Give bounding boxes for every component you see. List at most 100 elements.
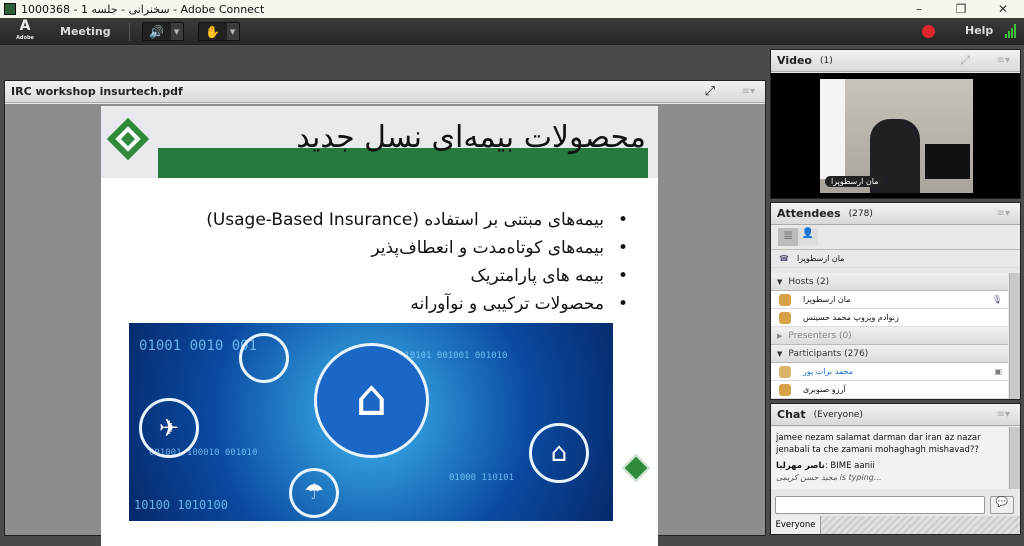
speaker-icon: 🔊 (142, 23, 171, 40)
group-label: Participants (276) (788, 348, 869, 359)
attendee-name: مان ارسطوپرا (803, 295, 851, 304)
self-name: مان ارسطوپرا (796, 254, 845, 263)
share-pod: IRC workshop insurtech.pdf ⤢ ≡▾ محصولات … (4, 80, 766, 546)
flag (820, 79, 845, 179)
attendees-pod-header: Attendees (278) ≡▾ (771, 203, 1020, 225)
attendee-name: آرزو صنوبری (803, 385, 846, 394)
speaker-button[interactable]: 🔊 ▼ (141, 22, 184, 41)
attendee-row[interactable]: زنوادم وپزوپ محمد حسینس (771, 309, 1008, 327)
house-family-icon: ⌂ (314, 343, 429, 458)
raise-hand-icon: ✋ (198, 23, 227, 40)
umbrella-icon: ☂ (289, 468, 339, 518)
slide-diamond-mark (621, 453, 651, 483)
microphone-icon: 🎙 (991, 295, 1002, 304)
attendee-count: (278) (848, 208, 873, 219)
bullet-item: بیمه های پارامتریک (206, 266, 628, 286)
attendee-row[interactable]: مان ارسطوپرا 🎙 (771, 291, 1008, 309)
home-fire-icon: ⌂ (529, 423, 589, 483)
document-viewer: محصولات بیمه‌ای نسل جدید بیمه‌های مبتنی … (5, 104, 765, 546)
participant-avatar-icon (779, 383, 791, 396)
pdf-slide: محصولات بیمه‌ای نسل جدید بیمه‌های مبتنی … (101, 106, 658, 546)
window-titlebar: 1000368 - سخنرانی - جلسه 1 - Adobe Conne… (0, 0, 1024, 18)
pod-menu-icon[interactable]: ≡▾ (997, 208, 1010, 219)
chat-scrollbar[interactable] (1009, 427, 1020, 489)
raise-hand-button[interactable]: ✋ ▼ (197, 22, 240, 41)
slide-bullets: بیمه‌های مبتنی بر استفاده (Usage-Based I… (206, 210, 628, 322)
chat-message: ناصر مهرلیا: BIME aanii (776, 460, 1003, 472)
video-pod-header: Video (1) ⤢ ≡▾ (771, 50, 1020, 72)
phone-icon: ☎ (779, 254, 789, 263)
window-title: 1000368 - سخنرانی - جلسه 1 - Adobe Conne… (21, 2, 265, 16)
bullet-item: بیمه‌های کوتاه‌مدت و انعطاف‌پذیر (206, 238, 628, 258)
pod-menu-icon[interactable]: ≡▾ (742, 86, 755, 97)
attendee-name: محمد برات پور (803, 367, 853, 376)
maximize-button[interactable]: ❐ (940, 0, 982, 18)
chevron-down-icon[interactable]: ▼ (170, 23, 183, 40)
group-presenters[interactable]: ▶ Presenters (0) (771, 327, 1008, 345)
participant-avatar-icon (779, 365, 791, 378)
fullscreen-icon[interactable]: ⤢ (705, 84, 715, 99)
plane-icon: ✈ (139, 398, 199, 458)
view-toggle: ≣ 👤 (771, 225, 1020, 250)
attendee-row[interactable]: محمد برات پور ▣ (771, 363, 1008, 381)
video-pod: Video (1) ⤢ ≡▾ مان ارسطوپرا (770, 49, 1021, 199)
video-area: مان ارسطوپرا (771, 73, 1020, 198)
group-label: Presenters (0) (788, 330, 852, 341)
list-view-icon[interactable]: ≣ (778, 228, 798, 246)
chevron-down-icon[interactable]: ▼ (226, 23, 239, 40)
meeting-menu[interactable]: Meeting (60, 25, 111, 38)
group-hosts[interactable]: ▼ Hosts (2) (771, 273, 1008, 291)
chat-pod: Chat (Everyone) ≡▾ jamee nezam salamat d… (770, 403, 1021, 535)
monitor (925, 144, 970, 179)
chat-title: Chat (777, 408, 806, 421)
chat-text: : BIME aanii (824, 461, 875, 471)
host-avatar-icon (779, 293, 791, 306)
presenter-name-label: مان ارسطوپرا (825, 176, 885, 187)
insurtech-illustration: 110101 001001 001010 001001 100010 00101… (129, 323, 613, 521)
fullscreen-icon[interactable]: ⤢ (960, 53, 970, 68)
video-count: (1) (819, 55, 833, 66)
pod-menu-icon[interactable]: ≡▾ (997, 409, 1010, 420)
status-view-icon[interactable]: 👤 (798, 228, 818, 246)
binary-text: 01000 110101 (449, 473, 515, 483)
chat-sender: ناصر مهرلیا (776, 461, 825, 471)
chat-input[interactable] (775, 496, 985, 514)
attendees-scrollbar[interactable] (1009, 273, 1020, 399)
video-pod-title: Video (777, 54, 812, 67)
binary-text: 110101 001001 001010 (399, 351, 508, 361)
pod-menu-icon[interactable]: ≡▾ (997, 55, 1010, 66)
connection-signal-icon (1005, 24, 1016, 38)
help-menu[interactable]: Help (965, 24, 993, 37)
app-icon (4, 3, 16, 15)
adobe-logo: A Adobe (16, 17, 34, 41)
group-label: Hosts (2) (788, 276, 830, 287)
car-icon (239, 333, 289, 383)
attendees-title: Attendees (777, 207, 841, 220)
slide-title: محصولات بیمه‌ای نسل جدید (296, 120, 646, 155)
divider (128, 22, 130, 41)
host-avatar-icon (779, 311, 791, 324)
chat-messages: jamee nezam salamat darman dar iran az n… (771, 427, 1008, 489)
chat-message: jamee nezam salamat darman dar iran az n… (776, 433, 981, 455)
triangle-right-icon: ▶ (777, 331, 783, 340)
presenter-video[interactable]: مان ارسطوپرا (820, 79, 973, 193)
chat-pod-header: Chat (Everyone) ≡▾ (771, 404, 1020, 426)
attendees-pod: Attendees (278) ≡▾ ≣ 👤 ☎ مان ارسطوپرا ▼ H… (770, 202, 1021, 400)
triangle-down-icon: ▼ (777, 277, 783, 286)
bullet-item: بیمه‌های مبتنی بر استفاده (Usage-Based I… (206, 210, 628, 230)
my-status-row[interactable]: ☎ مان ارسطوپرا (771, 250, 1020, 268)
chat-scope: (Everyone) (813, 409, 863, 420)
main-toolbar: A Adobe Meeting 🔊 ▼ ✋ ▼ Help (0, 18, 1024, 45)
attendee-row[interactable]: آرزو صنوبری (771, 381, 1008, 399)
tab-everyone[interactable]: Everyone (771, 516, 821, 534)
record-button[interactable] (922, 25, 935, 38)
webcam-icon: ▣ (994, 367, 1002, 376)
binary-text: 10100 1010100 (134, 498, 228, 512)
attendee-name: زنوادم وپزوپ محمد حسینس (803, 313, 899, 322)
minimize-button[interactable]: – (898, 0, 940, 18)
send-message-button[interactable]: 💬 (990, 496, 1014, 514)
close-button[interactable]: ✕ (982, 0, 1024, 18)
group-participants[interactable]: ▼ Participants (276) (771, 345, 1008, 363)
triangle-down-icon: ▼ (777, 349, 783, 358)
typing-indicator: مجید حسن کریمی is typing... (776, 473, 882, 482)
